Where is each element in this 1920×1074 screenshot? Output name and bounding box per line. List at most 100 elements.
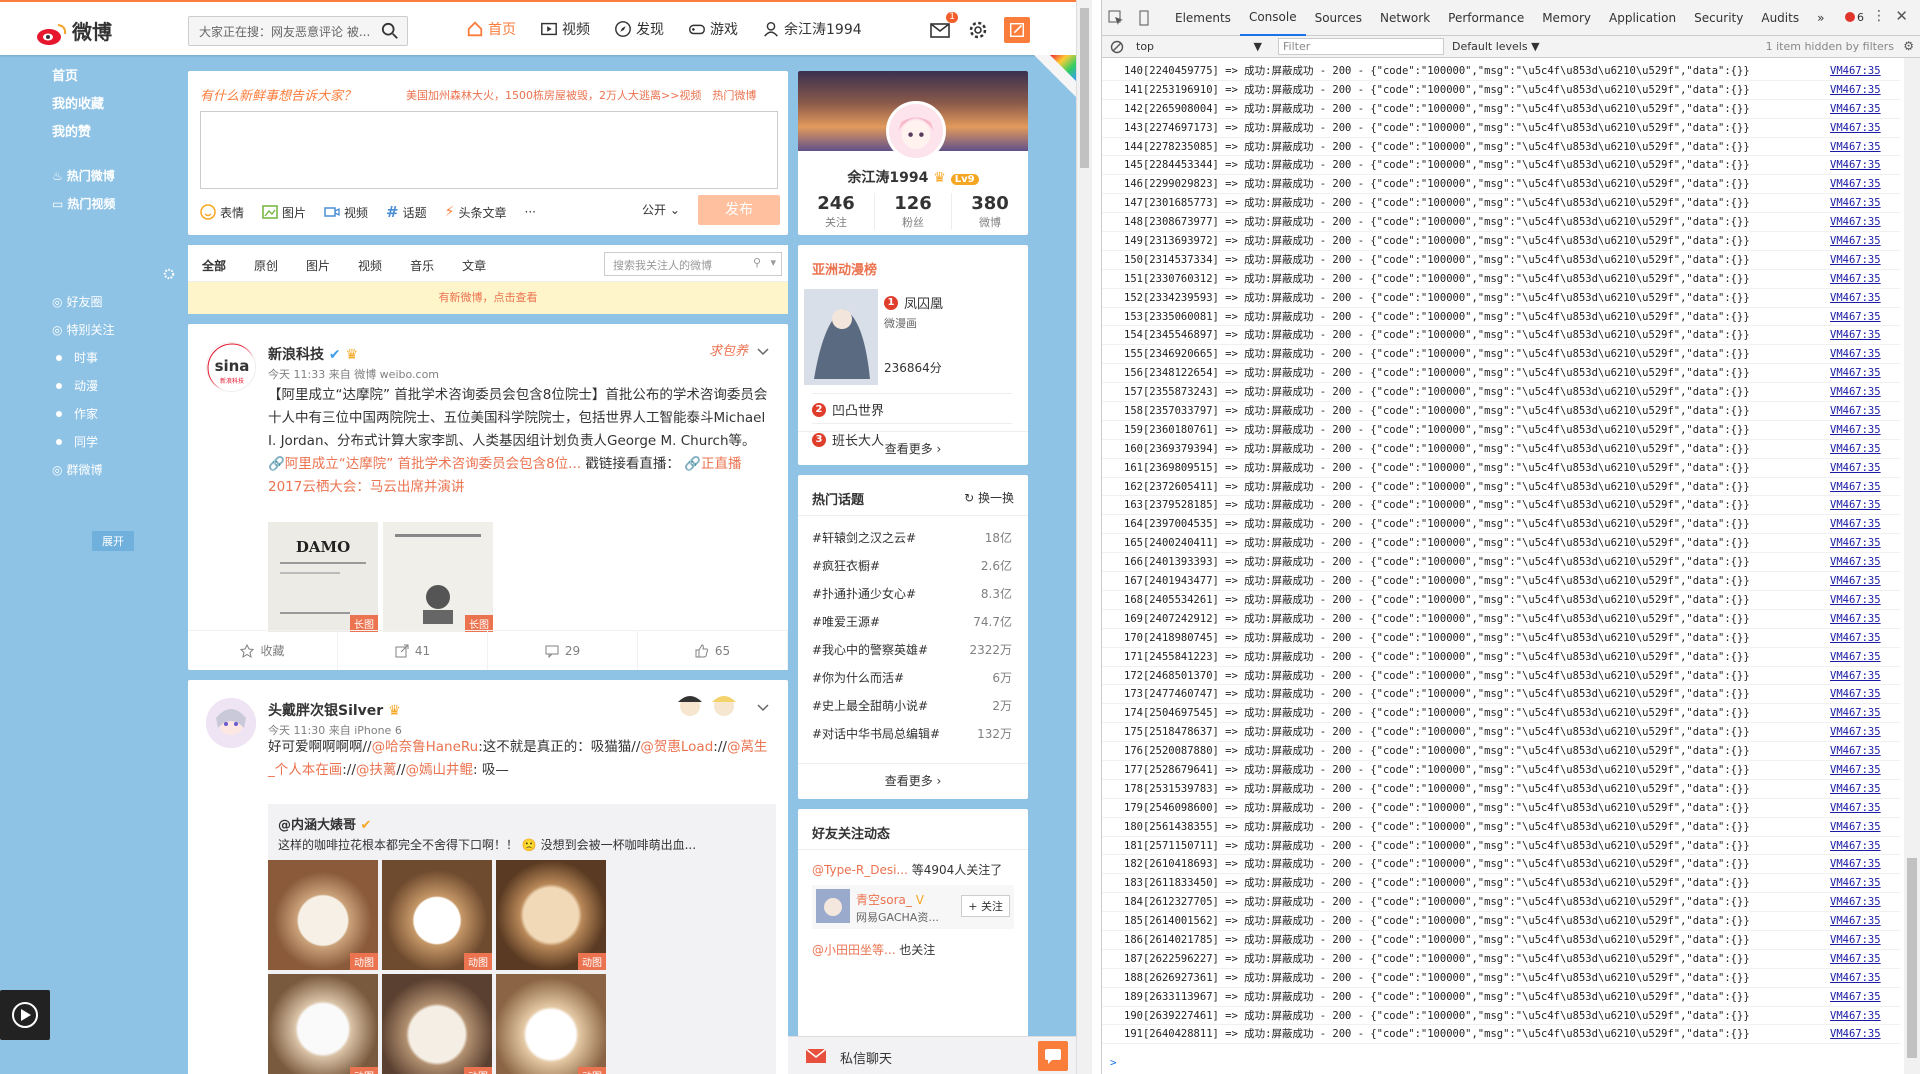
compose-button[interactable] [1004,17,1030,43]
favorite-button[interactable]: 收藏 [188,631,338,670]
settings-button[interactable] [966,18,990,42]
nav-user[interactable]: 余江涛1994 [762,19,862,39]
gif-image[interactable]: 动图 [382,974,492,1074]
sidebar-expand-button[interactable]: 展开 [92,531,134,551]
console-source-link[interactable]: VM467:35 [1830,421,1900,439]
console-source-link[interactable]: VM467:35 [1830,326,1900,344]
console-source-link[interactable]: VM467:35 [1830,742,1900,760]
sidebar-item-classmates[interactable]: 同学 [56,433,98,450]
console-source-link[interactable]: VM467:35 [1830,289,1900,307]
like-button[interactable]: 65 [638,631,788,670]
topics-more-link[interactable]: 查看更多 › [798,763,1028,797]
comment-button[interactable]: 29 [488,631,638,670]
hot-topic-row[interactable]: #我心中的警察英雄# 2322万 [812,641,1012,658]
nav-game[interactable]: 游戏 [688,19,738,39]
tab-images[interactable]: 图片 [306,257,330,274]
console-source-link[interactable]: VM467:35 [1830,534,1900,552]
nav-video[interactable]: 视频 [540,19,590,39]
gif-image[interactable]: 动图 [268,860,378,970]
sidebar-item-home[interactable]: 首页 [52,65,78,84]
page-scrollbar[interactable] [1076,0,1092,1074]
scrollbar-thumb[interactable] [1080,8,1089,168]
repost-author[interactable]: @内涵大婊哥 ✔ [278,814,371,833]
skin-palette-icon[interactable] [1034,55,1076,97]
error-counter[interactable]: 6 [1845,11,1864,24]
compose-textarea[interactable] [200,111,778,189]
sidebar-item-hot-weibo[interactable]: ♨ 热门微博 [52,167,115,184]
gif-image[interactable]: 动图 [496,860,606,970]
kebab-menu-icon[interactable]: ⋮ [1872,8,1886,24]
suggested-user-name-row[interactable]: 青空sora_ V [856,891,924,908]
sidebar-item-favorites[interactable]: 我的收藏 [52,93,104,112]
tab-performance[interactable]: Performance [1439,0,1533,36]
console-source-link[interactable]: VM467:35 [1830,100,1900,118]
console-source-link[interactable]: VM467:35 [1830,119,1900,137]
console-scrollbar[interactable] [1904,58,1920,1074]
console-source-link[interactable]: VM467:35 [1830,459,1900,477]
console-source-link[interactable]: VM467:35 [1830,478,1900,496]
repost-button[interactable]: 41 [338,631,488,670]
search-icon[interactable] [381,22,399,40]
console-source-link[interactable]: VM467:35 [1830,345,1900,363]
hot-topic-row[interactable]: #对话中华书局总编辑# 132万 [812,725,1012,742]
friend-user-link[interactable]: @Type-R_Desi... [812,863,908,877]
compose-hot-link[interactable]: 美国加州森林大火，1500栋房屋被毁，2万人大逃离>>视频 热门微博 [406,87,756,103]
mention-link[interactable]: @哈奈鲁HaneRu [372,739,479,755]
console-source-link[interactable]: VM467:35 [1830,213,1900,231]
topic-button[interactable]: # 话题 [386,203,427,221]
sidebar-item-current-events[interactable]: 时事 [56,349,98,366]
mention-link[interactable]: @贺惠Load [640,739,713,755]
emoji-button[interactable]: 表情 [200,204,244,221]
tab-memory[interactable]: Memory [1533,0,1600,36]
console-source-link[interactable]: VM467:35 [1830,62,1900,80]
console-source-link[interactable]: VM467:35 [1830,270,1900,288]
sidebar-item-likes[interactable]: 我的赞 [52,121,91,140]
gif-image[interactable]: 动图 [382,860,492,970]
console-source-link[interactable]: VM467:35 [1830,364,1900,382]
console-source-link[interactable]: VM467:35 [1830,667,1900,685]
visibility-select[interactable]: 公开 ⌄ [642,201,680,218]
mention-link[interactable]: @嫣山井鲲 [406,762,474,778]
tab-music[interactable]: 音乐 [410,257,434,274]
console-filter-input[interactable]: Filter [1278,38,1444,55]
sidebar-item-hot-video[interactable]: ▭ 热门视频 [52,195,115,212]
close-icon[interactable]: ✕ [1895,7,1908,25]
console-source-link[interactable]: VM467:35 [1830,175,1900,193]
console-source-link[interactable]: VM467:35 [1830,610,1900,628]
send-button[interactable]: 发布 [698,195,780,225]
console-source-link[interactable]: VM467:35 [1830,138,1900,156]
hot-topic-row[interactable]: #你为什么而活# 6万 [812,669,1012,686]
console-source-link[interactable]: VM467:35 [1830,440,1900,458]
console-source-link[interactable]: VM467:35 [1830,496,1900,514]
console-source-link[interactable]: VM467:35 [1830,761,1900,779]
gif-image[interactable]: 动图 [268,974,378,1074]
console-source-link[interactable]: VM467:35 [1830,308,1900,326]
weibo-logo[interactable]: 微博 [36,16,112,46]
console-source-link[interactable]: VM467:35 [1830,515,1900,533]
console-source-link[interactable]: VM467:35 [1830,912,1900,930]
console-source-link[interactable]: VM467:35 [1830,194,1900,212]
sidebar-item-writers[interactable]: 作家 [56,405,98,422]
console-source-link[interactable]: VM467:35 [1830,855,1900,873]
tab-security[interactable]: Security [1685,0,1752,36]
console-source-link[interactable]: VM467:35 [1830,893,1900,911]
tab-network[interactable]: Network [1371,0,1439,36]
context-select[interactable]: top ▼ [1136,40,1266,53]
console-source-link[interactable]: VM467:35 [1830,931,1900,949]
sidebar-gear-icon[interactable] [162,267,176,281]
hot-topic-row[interactable]: #扑通扑通少女心# 8.3亿 [812,585,1012,602]
hot-topic-row[interactable]: #疯狂衣橱# 2.6亿 [812,557,1012,574]
tab-application[interactable]: Application [1600,0,1685,36]
gif-image[interactable]: 动图 [496,974,606,1074]
tab-videos[interactable]: 视频 [358,257,382,274]
more-tools-button[interactable]: ··· [525,205,536,219]
stat-fans[interactable]: 126 粉丝 [875,193,952,230]
image-button[interactable]: 图片 [262,204,306,221]
console-source-link[interactable]: VM467:35 [1830,818,1900,836]
console-source-link[interactable]: VM467:35 [1830,950,1900,968]
console-source-link[interactable]: VM467:35 [1830,629,1900,647]
tab-audits[interactable]: Audits [1752,0,1808,36]
console-source-link[interactable]: VM467:35 [1830,648,1900,666]
avatar[interactable] [206,698,256,748]
console-source-link[interactable]: VM467:35 [1830,1007,1900,1025]
